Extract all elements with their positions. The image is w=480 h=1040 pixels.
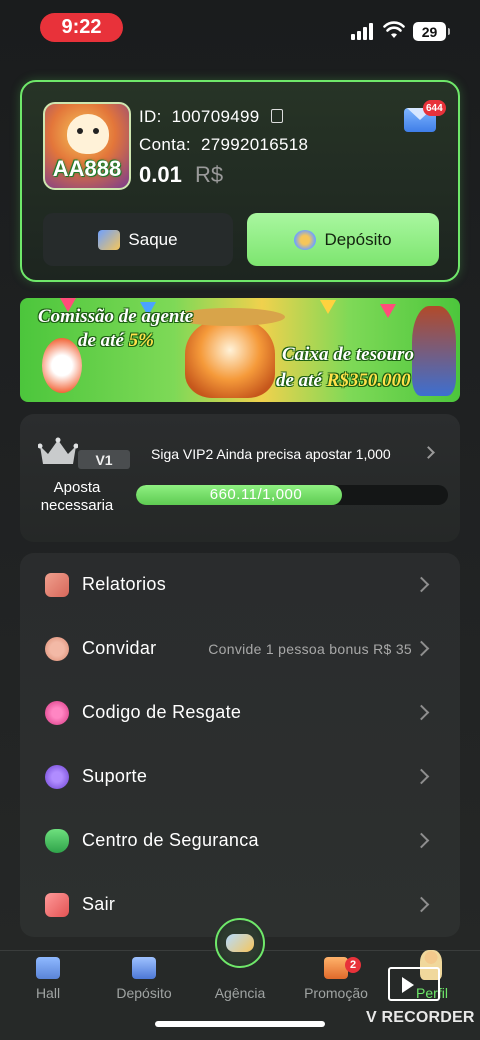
nav-label: Depósito [116,985,172,1001]
logout-icon [45,893,69,917]
account-line: Conta: 27992016518 [139,135,308,155]
wifi-icon [383,21,405,38]
tiger-character [175,308,285,398]
vip-message: Siga VIP2 Ainda precisa apostar 1,000 [151,446,391,462]
menu-item-convidar[interactable]: Convidar Convide 1 pessoa bonus R$ 35 [20,617,460,681]
recorder-watermark: V RECORDER [366,1009,475,1026]
nav-label: Promoção [304,985,368,1001]
invite-bonus-text: Convide 1 pessoa bonus R$ 35 [208,641,412,657]
chevron-right-icon [413,640,430,657]
avatar[interactable]: AA888 [43,102,131,190]
bunting-flag [320,300,336,314]
vip-level-badge: V1 [78,450,130,469]
menu-list: Relatorios Convidar Convide 1 pessoa bon… [20,553,460,937]
copy-icon[interactable] [270,109,283,123]
crown-icon [38,437,78,464]
nav-promocao[interactable]: Promoção [296,951,376,1001]
shield-icon [45,829,69,853]
promo-banner[interactable]: Comissão de agente de até 5% Caixa de te… [20,298,460,402]
menu-label: Codigo de Resgate [82,702,242,722]
balance-value: 0.01 [139,162,182,187]
report-icon [45,573,69,597]
menu-item-codigo-resgate[interactable]: Codigo de Resgate [20,681,460,745]
menu-label: Sair [82,894,116,914]
nav-hall[interactable]: Hall [8,951,88,1001]
vip-card[interactable]: V1 Aposta necessaria Siga VIP2 Ainda pre… [20,414,460,542]
invite-icon [45,637,69,661]
status-bar: 9:22 29 [0,0,480,58]
chevron-right-icon [413,768,430,785]
aposta-label: Aposta necessaria [40,479,114,514]
nav-label: Hall [35,985,61,1001]
rooster-character [42,338,82,393]
banner-line-1: Comissão de agente [38,306,194,327]
chevron-right-icon [413,704,430,721]
menu-label: Relatorios [82,574,167,594]
menu-item-relatorios[interactable]: Relatorios [20,553,460,617]
account-card: AA888 ID: 100709499 Conta: 27992016518 0… [20,80,460,282]
recorder-play-icon [388,967,440,1001]
avatar-character [67,114,109,154]
nav-label: Agência [214,985,266,1001]
banner-line-4: de até R$350.000 [276,370,411,391]
deposit-icon [132,957,156,979]
home-icon [36,957,60,979]
conta-label: Conta: [139,135,191,154]
deposit-icon [294,229,317,250]
deposito-button[interactable]: Depósito [247,213,439,266]
id-label: ID: [139,107,162,126]
id-value: 100709499 [171,107,260,126]
home-indicator[interactable] [155,1021,325,1027]
menu-label: Suporte [82,766,148,786]
banner-line-2: de até 5% [78,330,154,351]
deposito-label: Depósito [324,229,392,249]
bunting-flag [380,304,396,318]
menu-label: Centro de Seguranca [82,830,259,850]
saque-button[interactable]: Saque [43,213,233,266]
nav-deposito[interactable]: Depósito [104,951,184,1001]
menu-item-centro-seguranca[interactable]: Centro de Seguranca [20,809,460,873]
support-icon [45,765,69,789]
withdraw-icon [98,229,121,250]
saque-label: Saque [128,229,178,249]
promo-icon [324,957,348,979]
chevron-right-icon [413,832,430,849]
user-id-line: ID: 100709499 [139,107,283,127]
promo-badge: 2 [345,957,361,973]
agency-icon[interactable] [215,918,265,968]
signal-icon [351,22,375,40]
girl-character [412,306,456,396]
chevron-right-icon[interactable] [422,446,435,459]
menu-label: Convidar [82,638,157,658]
status-time: 9:22 [40,13,123,42]
conta-value: 27992016518 [200,135,309,154]
mail-badge: 644 [423,100,446,116]
chevron-right-icon [413,576,430,593]
vip-progress-text: 660.11/1,000 [209,486,303,503]
chevron-right-icon [413,896,430,913]
gift-code-icon [45,701,69,725]
banner-line-3: Caixa de tesouro [282,344,414,365]
avatar-logo-text: AA888 [52,156,122,181]
currency-label: R$ [195,162,224,187]
battery-indicator: 29 [413,22,450,41]
menu-item-suporte[interactable]: Suporte [20,745,460,809]
